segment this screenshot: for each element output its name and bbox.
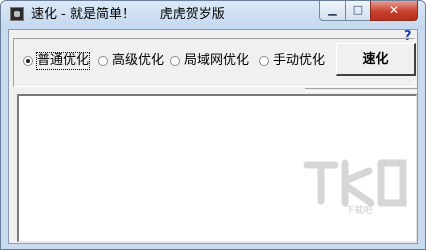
radio-button[interactable] [170,56,180,66]
close-button[interactable]: ✕ [370,1,418,21]
radio-label: 高级优化 [112,53,165,68]
radio-label: 手动优化 [273,53,326,68]
radio-manual-optimize[interactable]: 手动优化 [259,53,325,69]
radio-button[interactable] [259,56,269,66]
maximize-button[interactable]: □ [345,1,371,21]
maximize-icon: □ [352,3,364,16]
minimize-icon: ▁ [328,3,337,16]
app-icon[interactable] [10,7,24,21]
radio-label: 普通优化 [35,52,91,70]
separator [305,88,417,92]
radio-button-checked[interactable] [23,56,33,66]
window-title: 速化 - 就是简单！ 虎虎贺岁版 [31,7,225,22]
watermark-text: 下载吧 [345,204,372,215]
minimize-button[interactable]: ▁ [319,1,346,21]
radio-label: 局域网优化 [184,53,250,68]
title-bar[interactable]: 速化 - 就是简单！ 虎虎贺岁版 ▁ □ ✕ [1,1,425,29]
radio-button[interactable] [98,56,108,66]
speed-up-button[interactable]: 速化 [336,43,416,76]
watermark-logo: 下载吧 [303,159,407,215]
radio-normal-optimize[interactable]: 普通优化 [23,52,91,70]
close-icon: ✕ [388,3,400,17]
app-window: 速化 - 就是简单！ 虎虎贺岁版 ▁ □ ✕ ? 普通优化 高级优化 局域网优化… [0,0,426,250]
radio-advanced-optimize[interactable]: 高级优化 [98,53,164,69]
radio-lan-optimize[interactable]: 局域网优化 [170,53,249,69]
